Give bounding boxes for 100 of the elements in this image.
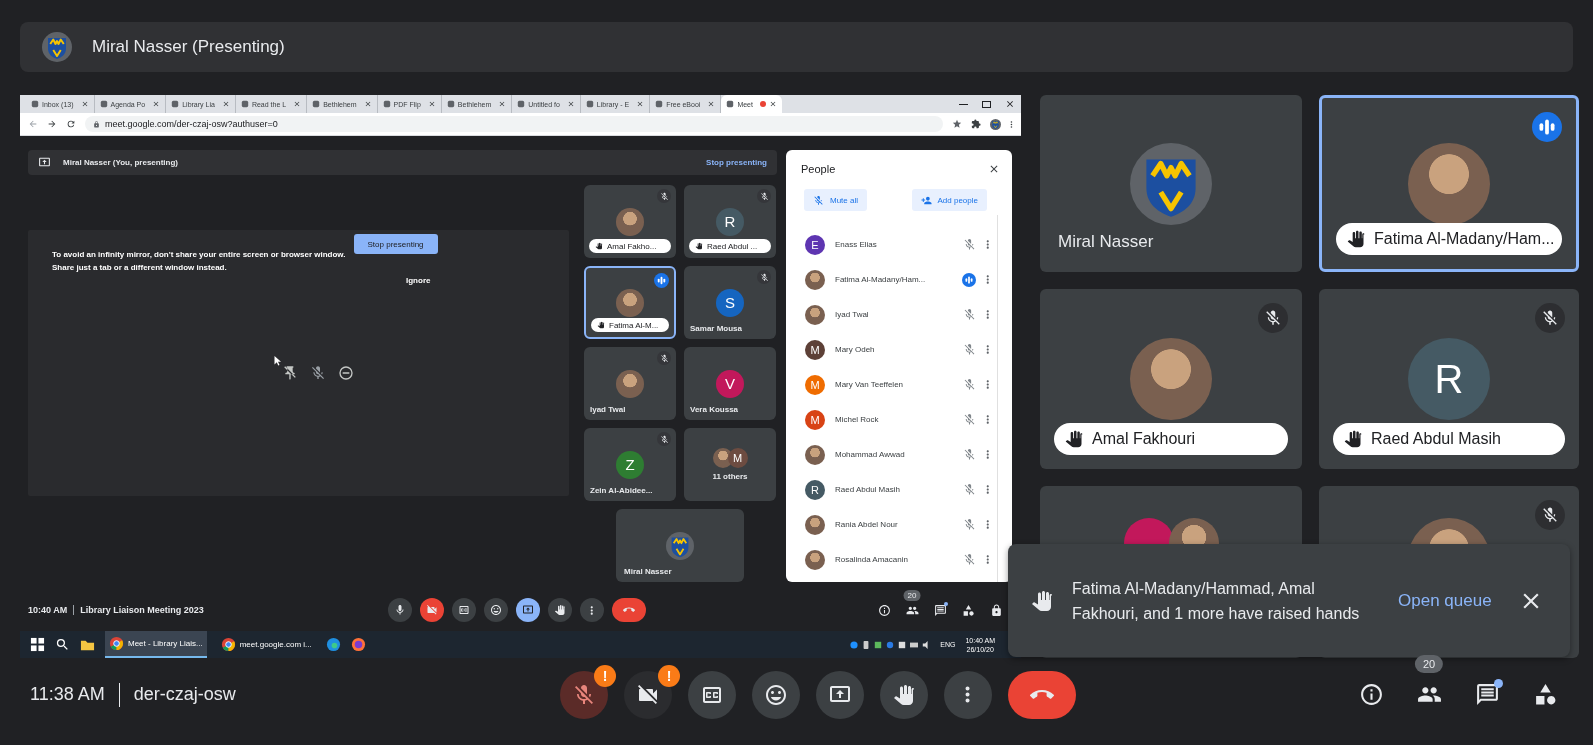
emoji-button[interactable] [752,670,800,719]
restore-icon[interactable] [982,100,991,108]
mute-all-button[interactable]: Mute all [804,189,867,211]
taskbar-app[interactable]: meet.google.com i... [216,631,316,658]
close-icon[interactable] [498,100,507,108]
network-icon [850,640,859,649]
address-field[interactable]: meet.google.com/der-czaj-osw?authuser=0 [85,116,944,132]
camera-button[interactable] [420,598,444,622]
close-icon[interactable] [707,100,716,108]
close-icon[interactable] [427,100,436,108]
participant-row[interactable]: M Mary Odeh [786,332,997,367]
emoji-button[interactable] [484,598,508,622]
mic-off-icon[interactable] [962,308,976,321]
close-icon[interactable] [768,100,777,108]
hand-icon [1346,229,1366,249]
close-icon[interactable] [1005,99,1015,109]
meeting-code: der-czaj-osw [133,684,236,705]
mic-off-icon[interactable] [962,553,976,566]
camera-button[interactable] [624,670,672,719]
ignore-link[interactable]: Ignore [406,276,431,285]
lock-icon [93,120,100,128]
mic-off-icon[interactable] [962,518,976,531]
mic-off-icon[interactable] [962,413,976,426]
participant-row[interactable]: M Michel Rock [786,402,997,437]
participant-row[interactable]: Rosalinda Amacanin [786,542,997,577]
minimize-icon[interactable] [959,103,968,105]
search-icon[interactable] [55,637,70,652]
lock-icon[interactable] [989,603,1003,617]
mic-off-icon[interactable] [962,448,976,461]
microphone-button[interactable] [560,670,608,719]
participant-name: Raed Abdul ... [707,241,758,251]
microphone-button[interactable] [388,598,412,622]
stop-presenting-button[interactable]: Stop presenting [353,234,438,254]
taskbar-app[interactable]: Meet - Library Liais... [105,631,207,658]
info-icon[interactable] [1358,682,1384,707]
browser-icon[interactable] [325,637,341,652]
participant-row[interactable]: Mohammad Awwad [786,437,997,472]
close-icon[interactable] [988,163,1000,175]
participant-row[interactable]: Fatima Al-Madany/Ham... [786,262,997,297]
mic-off-icon[interactable] [962,483,976,496]
leave-call-button[interactable] [612,598,646,622]
mic-off-icon[interactable] [962,378,976,391]
raise-hand-button[interactable] [548,598,572,622]
hand-icon [1030,588,1054,613]
open-queue-button[interactable]: Open queue [1390,584,1500,617]
more-icon[interactable] [985,240,989,249]
more-icon[interactable] [985,485,989,494]
more-icon[interactable] [985,345,989,354]
participant-row[interactable]: Rania Abdel Nour [786,507,997,542]
close-icon[interactable] [293,100,302,108]
more-icon[interactable] [985,275,989,284]
participant-row[interactable]: Iyad Twal [786,297,997,332]
windows-start-icon[interactable] [30,637,45,652]
more-options-button[interactable] [944,670,992,719]
shapes-icon[interactable] [961,603,975,617]
captions-icon [458,604,470,616]
hand-icon [554,604,566,616]
pin-off-icon[interactable] [282,365,298,381]
close-icon[interactable] [636,100,645,108]
raise-hand-button[interactable] [880,670,928,719]
more-options-button[interactable] [580,598,604,622]
close-icon[interactable] [566,100,575,108]
warning-badge: ! [594,664,616,687]
add-people-button[interactable]: Add people [911,189,987,211]
mic-off-icon[interactable] [962,343,976,356]
close-icon[interactable] [152,100,161,108]
participant-row[interactable]: M Mary Van Teeffelen [786,367,997,402]
star-icon[interactable] [952,119,963,129]
participant-row[interactable]: R Raed Abdul Masih [786,472,997,507]
browser-icon[interactable] [220,637,236,652]
mic-off-icon[interactable] [310,365,326,381]
profile-photo [616,288,644,317]
puzzle-icon[interactable] [971,119,982,129]
reload-icon[interactable] [66,119,76,129]
captions-button[interactable] [452,598,476,622]
more-icon[interactable] [985,450,989,459]
close-icon[interactable] [80,100,89,108]
close-icon[interactable] [363,100,372,108]
browser-icon[interactable] [350,637,366,652]
hand-icon [597,321,605,329]
captions-button[interactable] [688,670,736,719]
more-icon[interactable] [985,415,989,424]
close-icon[interactable] [221,100,230,108]
present-button[interactable] [816,670,864,719]
stop-presenting-link[interactable]: Stop presenting [706,158,767,167]
more-icon[interactable] [985,380,989,389]
more-icon[interactable] [985,520,989,529]
more-icon[interactable] [985,555,989,564]
chat-icon[interactable] [933,603,947,617]
info-icon[interactable] [877,603,891,617]
avatar: R [1408,338,1490,420]
avatar: R [716,207,744,236]
more-icon[interactable] [985,310,989,319]
chat-icon[interactable] [1474,682,1500,707]
mic-off-icon[interactable] [962,238,976,251]
more-icon[interactable] [1010,120,1013,128]
browser-icon[interactable] [109,636,124,651]
participant-row[interactable]: E Enass Elias [786,227,997,262]
present-button[interactable] [516,598,540,622]
leave-call-button[interactable] [1008,670,1076,719]
